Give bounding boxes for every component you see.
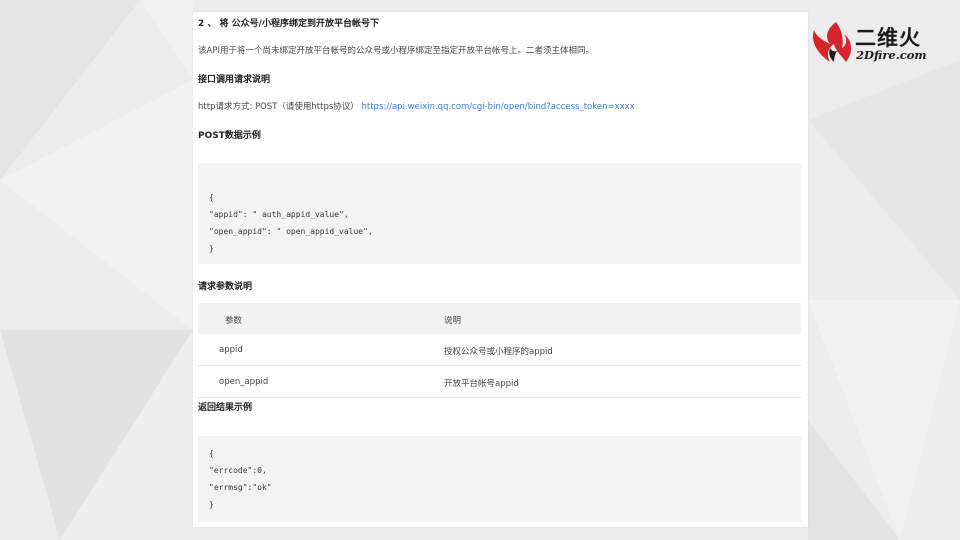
table-cell-param: appid <box>219 345 243 355</box>
table-header-desc: 说明 <box>444 316 462 326</box>
table-cell-desc: 授权公众号或小程序的appid <box>444 347 553 357</box>
post-code-block: { "appid": " auth_appid_value", "open_ap… <box>198 163 801 264</box>
post-heading: POST数据示例 <box>198 131 261 141</box>
request-line: http请求方式: POST（请使用https协议） https://api.w… <box>198 100 635 112</box>
api-heading: 接口调用请求说明 <box>198 75 271 85</box>
code-line: "errmsg":"ok" <box>209 483 272 492</box>
section-title: 2 、 将 公众号/小程序绑定到开放平台帐号下 <box>198 19 379 29</box>
request-method: http请求方式: POST（请使用https协议） <box>198 102 359 112</box>
code-line: } <box>209 244 214 253</box>
table-header-param: 参数 <box>225 316 243 326</box>
table-row: appid 授权公众号或小程序的appid <box>198 334 801 366</box>
code-line: { <box>209 449 214 458</box>
result-heading: 返回结果示例 <box>198 403 253 413</box>
table-cell-param: open_appid <box>219 377 269 387</box>
table-cell-desc: 开放平台帐号appid <box>444 379 519 389</box>
table-header-row: 参数 说明 <box>198 303 801 334</box>
code-line: "open_appid": " open_appid_value", <box>209 227 373 236</box>
code-line: } <box>209 500 214 509</box>
request-url-link[interactable]: https://api.weixin.qq.com/cgi-bin/open/b… <box>362 102 635 112</box>
code-line: "errcode":0, <box>209 466 267 475</box>
code-line: "appid": " auth_appid_value", <box>209 210 349 219</box>
table-row: open_appid 开放平台帐号appid <box>198 366 801 398</box>
section-description: 该API用于将一个尚未绑定开放平台帐号的公众号或小程序绑定至指定开放平台帐号上。… <box>198 46 594 56</box>
code-line: { <box>209 193 214 202</box>
document-card: 2 、 将 公众号/小程序绑定到开放平台帐号下 该API用于将一个尚未绑定开放平… <box>193 12 808 527</box>
params-heading: 请求参数说明 <box>198 282 253 292</box>
result-code-block: { "errcode":0, "errmsg":"ok" } <box>198 436 801 522</box>
brand-name-en: 2Dfire.com <box>856 48 927 62</box>
